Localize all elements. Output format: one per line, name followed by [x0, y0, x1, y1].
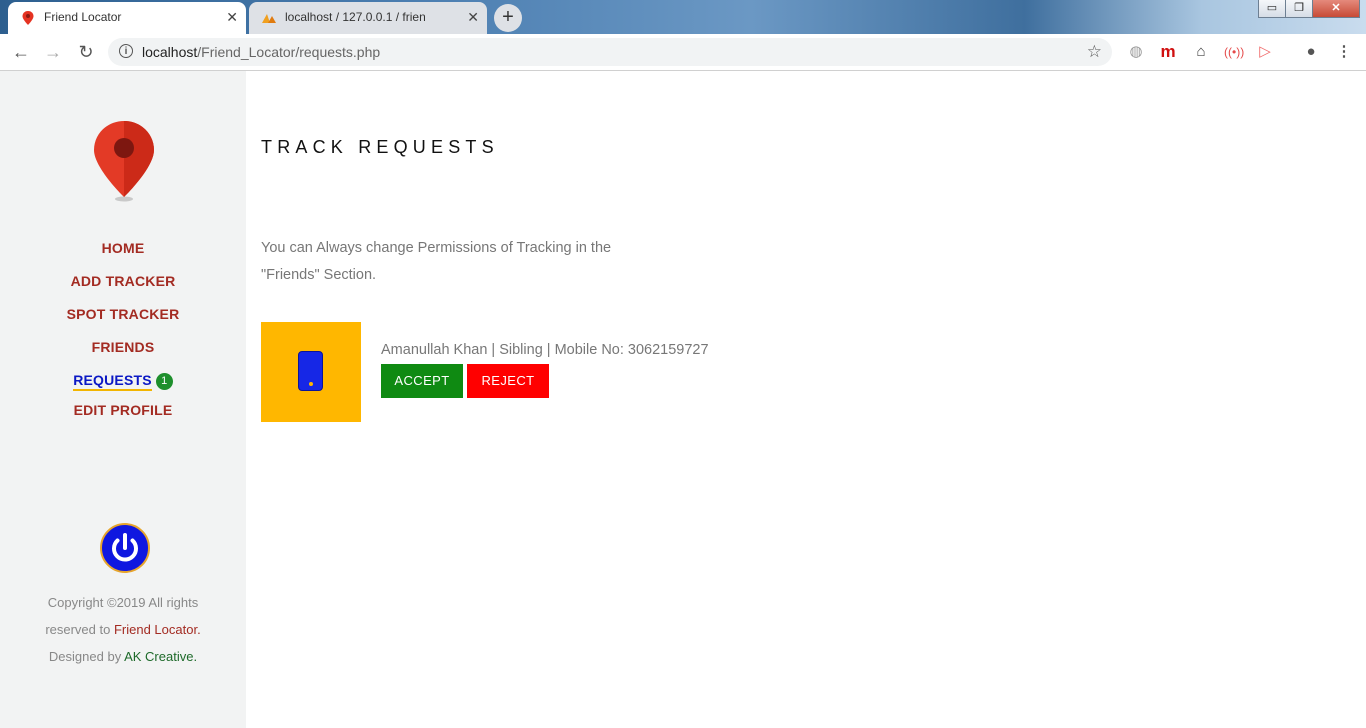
logout-power-button[interactable]: [100, 523, 150, 573]
close-window-button[interactable]: ✕: [1312, 0, 1360, 18]
close-tab-icon[interactable]: ✕: [226, 9, 238, 26]
new-tab-button[interactable]: +: [494, 4, 522, 32]
phpmyadmin-icon: [262, 14, 276, 23]
info-icon[interactable]: i: [119, 44, 133, 58]
reject-button[interactable]: REJECT: [467, 364, 549, 398]
nav-spot-tracker[interactable]: SPOT TRACKER: [0, 306, 246, 322]
accept-button[interactable]: ACCEPT: [381, 364, 463, 398]
designer-link[interactable]: AK Creative.: [124, 649, 197, 664]
home-icon[interactable]: ⌂: [1192, 43, 1210, 61]
globe-icon[interactable]: ◍: [1127, 43, 1145, 61]
permissions-note: You can Always change Permissions of Tra…: [261, 240, 612, 283]
close-tab-icon[interactable]: ✕: [467, 9, 479, 26]
nav-friends[interactable]: FRIENDS: [0, 339, 246, 355]
sidebar-footer: Copyright ©2019 All rights reserved to F…: [30, 589, 216, 670]
main-content: TRACK REQUESTS You can Always change Per…: [246, 71, 1366, 728]
extension-icon[interactable]: ▷: [1256, 43, 1274, 61]
nav-edit-profile[interactable]: EDIT PROFILE: [0, 402, 246, 418]
cast-icon[interactable]: ((•)): [1224, 43, 1244, 61]
request-avatar: [261, 322, 361, 422]
forward-icon[interactable]: →: [43, 42, 63, 62]
nav-requests-label: REQUESTS: [73, 372, 152, 391]
tab-phpmyadmin[interactable]: localhost / 127.0.0.1 / friend_locator ✕: [249, 2, 487, 34]
url-host: localhost: [142, 44, 198, 60]
nav-requests[interactable]: REQUESTS 1: [0, 372, 246, 391]
requests-count-badge: 1: [155, 373, 173, 390]
url-path: /Friend_Locator/requests.php: [197, 44, 381, 60]
nav-add-tracker[interactable]: ADD TRACKER: [0, 273, 246, 289]
minimize-button[interactable]: ▭: [1258, 0, 1286, 18]
power-icon: [112, 533, 138, 562]
sidebar: HOME ADD TRACKER SPOT TRACKER FRIENDS RE…: [0, 71, 246, 728]
nav-home[interactable]: HOME: [0, 240, 246, 256]
tab-friend-locator[interactable]: Friend Locator ✕: [8, 2, 246, 34]
account-icon[interactable]: ●: [1302, 43, 1320, 61]
menu-icon[interactable]: ⋮: [1335, 43, 1353, 61]
url-text[interactable]: localhost/Friend_Locator/requests.php: [142, 44, 380, 60]
m-icon[interactable]: m: [1159, 43, 1177, 61]
location-pin-logo-icon: [94, 121, 154, 202]
maximize-button[interactable]: ❐: [1285, 0, 1313, 18]
location-pin-icon: [22, 11, 34, 25]
page-title: TRACK REQUESTS: [261, 137, 499, 157]
star-icon[interactable]: ☆: [1087, 42, 1102, 62]
address-bar[interactable]: i localhost/Friend_Locator/requests.php …: [108, 38, 1112, 66]
designed-by-text: Designed by: [48, 649, 125, 664]
tab-label: localhost / 127.0.0.1 / friend_locator: [285, 10, 425, 24]
mobile-phone-icon: [298, 351, 323, 391]
request-info: Amanullah Khan | Sibling | Mobile No: 30…: [381, 342, 709, 358]
reload-icon[interactable]: ↻: [76, 42, 96, 62]
window-controls: ▭ ❐ ✕: [1258, 0, 1360, 18]
brand-link[interactable]: Friend Locator.: [114, 622, 201, 637]
back-icon[interactable]: ←: [11, 42, 31, 62]
tab-label: Friend Locator: [44, 10, 122, 24]
browser-title-bar: Friend Locator ✕ localhost / 127.0.0.1 /…: [0, 0, 1366, 34]
browser-toolbar: ← → ↻ i localhost/Friend_Locator/request…: [0, 34, 1366, 71]
